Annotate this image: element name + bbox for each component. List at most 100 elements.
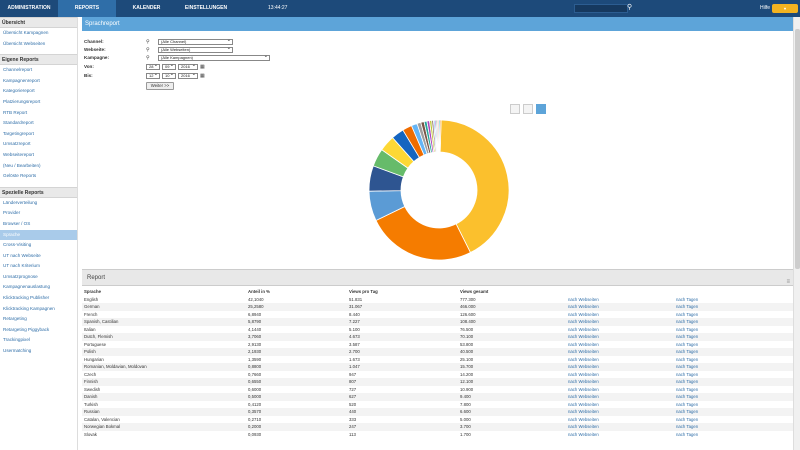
by-websites-link[interactable]: nach Webseiten <box>568 363 676 371</box>
sidebar-item[interactable]: Retargeting <box>0 314 77 325</box>
by-websites-link[interactable]: nach Webseiten <box>568 423 676 431</box>
line-chart-icon[interactable] <box>523 104 533 114</box>
sidebar-item[interactable]: Klicktracking Kampagnen <box>0 304 77 315</box>
to-day-select[interactable]: 12 <box>146 72 160 79</box>
by-websites-link[interactable]: nach Webseiten <box>568 303 676 311</box>
sidebar-item[interactable]: Kategoriereport <box>0 86 77 97</box>
column-header[interactable]: Anteil in % <box>248 288 349 296</box>
by-days-link[interactable]: nach Tagen <box>676 378 795 386</box>
by-days-link[interactable]: nach Tagen <box>676 393 795 401</box>
by-websites-link[interactable]: nach Webseiten <box>568 393 676 401</box>
by-websites-link[interactable]: nach Webseiten <box>568 318 676 326</box>
sidebar-item[interactable]: UT nach Kriterium <box>0 261 77 272</box>
sidebar-item[interactable]: Gelöste Reports <box>0 171 77 182</box>
sidebar-item[interactable]: Kampagnenauslastung <box>0 282 77 293</box>
to-month-select[interactable]: 10 <box>162 72 176 79</box>
search-icon[interactable]: ⚲ <box>146 47 152 53</box>
sidebar-item[interactable]: Provider <box>0 208 77 219</box>
search-icon[interactable]: ⚲ <box>146 55 152 61</box>
sidebar-item[interactable]: Platzierungsreport <box>0 97 77 108</box>
sidebar-item-sprache[interactable]: Sprache <box>0 229 77 241</box>
bar-chart-icon[interactable] <box>510 104 520 114</box>
by-days-link[interactable]: nach Tagen <box>676 371 795 379</box>
user-menu-button[interactable]: ▾ <box>772 4 798 13</box>
sidebar-item[interactable]: UT nach Webseite <box>0 251 77 262</box>
by-days-link[interactable]: nach Tagen <box>676 408 795 416</box>
tab-kalender[interactable]: KALENDER <box>124 0 169 17</box>
sidebar-item[interactable]: Webseitereport <box>0 150 77 161</box>
from-month-select[interactable]: 09 <box>162 63 176 70</box>
by-websites-link[interactable]: nach Webseiten <box>568 311 676 319</box>
column-header[interactable]: Sprache <box>82 288 248 296</box>
sidebar-item[interactable]: Übersicht Kampagnen <box>0 28 77 39</box>
by-websites-link[interactable]: nach Webseiten <box>568 378 676 386</box>
by-days-link[interactable]: nach Tagen <box>676 416 795 424</box>
by-websites-link[interactable]: nach Webseiten <box>568 386 676 394</box>
channel-select[interactable]: (Alle Channel) <box>158 38 233 45</box>
by-websites-link[interactable]: nach Webseiten <box>568 326 676 334</box>
sidebar-item[interactable]: Cross-Visiting <box>0 240 77 251</box>
by-days-link[interactable]: nach Tagen <box>676 303 795 311</box>
scrollbar[interactable] <box>793 17 800 450</box>
by-websites-link[interactable]: nach Webseiten <box>568 431 676 439</box>
by-days-link[interactable]: nach Tagen <box>676 341 795 349</box>
sidebar-item[interactable]: Retargeting Piggyback <box>0 325 77 336</box>
by-days-link[interactable]: nach Tagen <box>676 356 795 364</box>
sidebar-item[interactable]: Standardreport <box>0 118 77 129</box>
by-websites-link[interactable]: nach Webseiten <box>568 333 676 341</box>
website-select[interactable]: (Alle Webseiten) <box>158 46 233 53</box>
by-days-link[interactable]: nach Tagen <box>676 326 795 334</box>
by-websites-link[interactable]: nach Webseiten <box>568 296 676 304</box>
search-input[interactable] <box>574 4 628 13</box>
calendar-icon[interactable]: ▦ <box>200 64 206 70</box>
by-websites-link[interactable]: nach Webseiten <box>568 408 676 416</box>
column-header[interactable]: Views gesamt <box>460 288 568 296</box>
sidebar-item[interactable]: Trackingpixel <box>0 335 77 346</box>
from-year-select[interactable]: 2016 <box>178 63 198 70</box>
by-websites-link[interactable]: nach Webseiten <box>568 416 676 424</box>
scrollbar-thumb[interactable] <box>795 29 800 269</box>
pie-chart-icon[interactable] <box>536 104 546 114</box>
help-link[interactable]: Hilfe <box>760 0 770 17</box>
sidebar-item[interactable]: Übersicht Webseiten <box>0 39 77 50</box>
to-year-select[interactable]: 2016 <box>178 72 198 79</box>
from-day-select[interactable]: 28 <box>146 63 160 70</box>
sidebar-item[interactable]: Klicktracking Publisher <box>0 293 77 304</box>
by-websites-link[interactable]: nach Webseiten <box>568 371 676 379</box>
campaign-select[interactable]: (Alle Kampagnen) <box>158 54 270 61</box>
by-websites-link[interactable]: nach Webseiten <box>568 356 676 364</box>
by-days-link[interactable]: nach Tagen <box>676 333 795 341</box>
by-websites-link[interactable]: nach Webseiten <box>568 348 676 356</box>
search-icon[interactable]: ⚲ <box>627 3 635 13</box>
sidebar-item[interactable]: Targetingreport <box>0 129 77 140</box>
by-days-link[interactable]: nach Tagen <box>676 431 795 439</box>
column-header[interactable]: Views pro Tag <box>349 288 460 296</box>
sidebar-item[interactable]: Channelreport <box>0 65 77 76</box>
by-days-link[interactable]: nach Tagen <box>676 296 795 304</box>
sidebar-item[interactable]: Länderverteilung <box>0 198 77 209</box>
sidebar-item[interactable]: (Neu / Bearbeiten) <box>0 161 77 172</box>
sidebar-item[interactable]: Umsatzprognose <box>0 272 77 283</box>
by-days-link[interactable]: nach Tagen <box>676 311 795 319</box>
search-icon[interactable]: ⚲ <box>146 39 152 45</box>
sidebar-item[interactable]: RTB Report <box>0 108 77 119</box>
sidebar-item[interactable]: Browser / OS <box>0 219 77 230</box>
by-websites-link[interactable]: nach Webseiten <box>568 341 676 349</box>
submit-button[interactable]: Weiter >> <box>146 82 174 90</box>
by-websites-link[interactable]: nach Webseiten <box>568 401 676 409</box>
by-days-link[interactable]: nach Tagen <box>676 318 795 326</box>
share-cell: 0,5000 <box>248 393 349 401</box>
by-days-link[interactable]: nach Tagen <box>676 423 795 431</box>
by-days-link[interactable]: nach Tagen <box>676 401 795 409</box>
slice-german[interactable] <box>375 205 471 261</box>
by-days-link[interactable]: nach Tagen <box>676 363 795 371</box>
by-days-link[interactable]: nach Tagen <box>676 348 795 356</box>
tab-administration[interactable]: ADMINISTRATION <box>0 0 58 17</box>
tab-reports[interactable]: REPORTS <box>58 0 116 17</box>
sidebar-item[interactable]: Kampagnenreport <box>0 76 77 87</box>
tab-einstellungen[interactable]: EINSTELLUNGEN <box>176 0 236 17</box>
sidebar-item[interactable]: Usermatching <box>0 346 77 357</box>
calendar-icon[interactable]: ▦ <box>200 73 206 79</box>
sidebar-item[interactable]: Umsatzreport <box>0 139 77 150</box>
by-days-link[interactable]: nach Tagen <box>676 386 795 394</box>
